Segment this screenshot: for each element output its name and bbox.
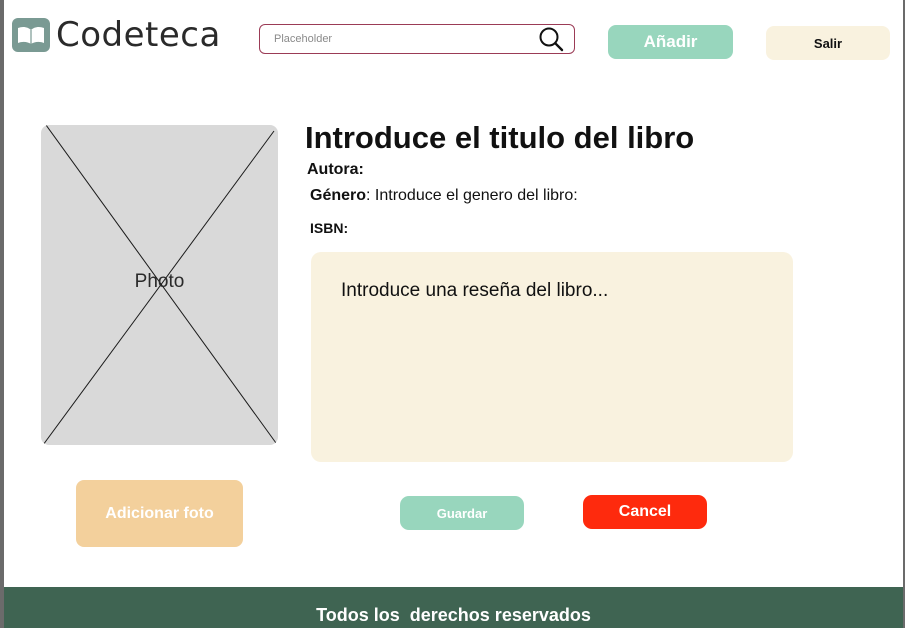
footer-text: Todos los derechos reservados	[316, 605, 591, 625]
isbn-label: ISBN:	[310, 220, 349, 236]
exit-button[interactable]: Salir	[766, 26, 890, 60]
page: Codeteca Añadir Salir Photo Introduce el…	[0, 0, 905, 628]
cancel-button[interactable]: Cancel	[583, 495, 707, 529]
book-title[interactable]: Introduce el titulo del libro	[305, 120, 694, 156]
app-logo[interactable]: Codeteca	[12, 18, 221, 52]
footer: Todos los derechos reservados	[4, 587, 903, 628]
photo-label: Photo	[134, 271, 185, 292]
add-button[interactable]: Añadir	[608, 25, 733, 59]
genre-value: : Introduce el genero del libro:	[366, 187, 578, 204]
app-name: Codeteca	[56, 15, 221, 55]
genre-field[interactable]: Género: Introduce el genero del libro:	[310, 187, 578, 205]
author-field[interactable]: Autora:	[307, 161, 364, 179]
genre-label: Género	[310, 187, 367, 204]
review-textarea[interactable]	[311, 252, 793, 462]
photo-placeholder: Photo	[41, 125, 278, 445]
isbn-field[interactable]: ISBN:	[310, 220, 348, 236]
search-bar[interactable]	[259, 24, 575, 54]
save-button[interactable]: Guardar	[400, 496, 524, 530]
search-input[interactable]	[274, 33, 538, 45]
add-photo-button[interactable]: Adicionar foto	[76, 480, 243, 547]
author-label: Autora:	[307, 161, 364, 178]
search-icon[interactable]	[538, 26, 564, 52]
open-book-icon	[12, 18, 50, 52]
